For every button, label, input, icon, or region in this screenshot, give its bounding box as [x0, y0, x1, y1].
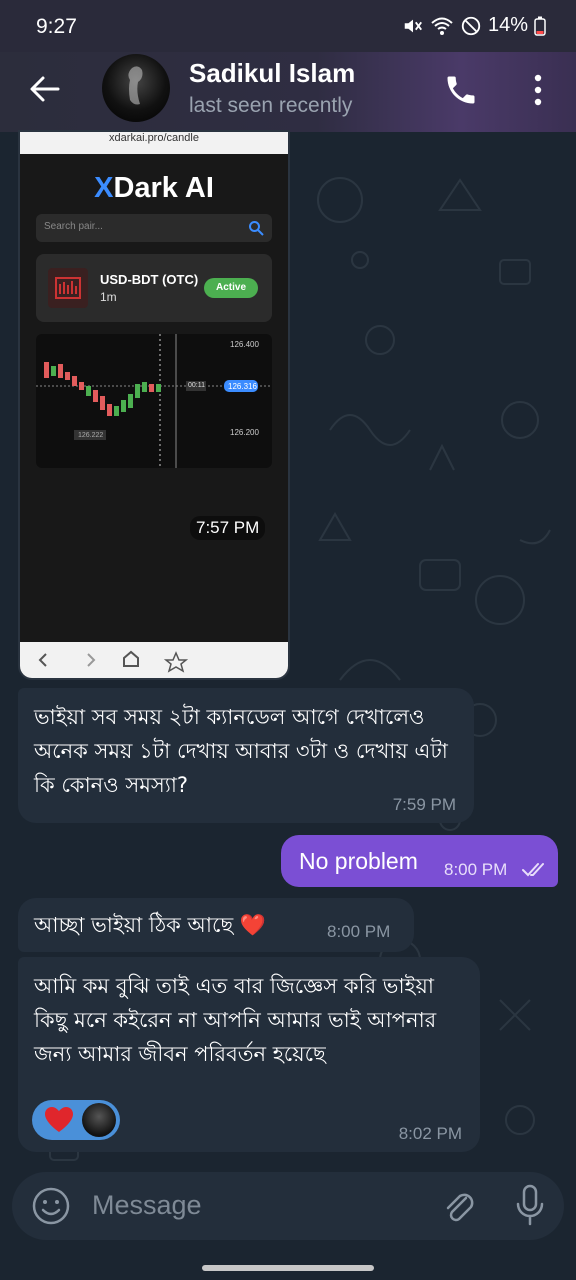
photo-browser-nav — [20, 642, 288, 678]
status-icons: 14% — [402, 14, 546, 37]
attach-icon[interactable] — [440, 1186, 476, 1226]
status-bar: 9:27 14% — [0, 0, 576, 52]
home-indicator[interactable] — [202, 1265, 374, 1271]
battery-icon — [534, 16, 546, 36]
double-check-icon — [522, 863, 544, 877]
message-input-bar: Message — [12, 1172, 564, 1240]
photo-pair-card: USD-BDT (OTC) 1m Active — [36, 254, 272, 322]
incoming-message[interactable]: আমি কম বুঝি তাই এত বার জিজ্ঞেস করি ভাইয়… — [18, 957, 480, 1152]
reactor-avatar — [82, 1103, 116, 1137]
status-time: 9:27 — [36, 15, 77, 38]
microphone-icon[interactable] — [514, 1184, 546, 1228]
photo-search-placeholder: Search pair... — [44, 221, 103, 232]
incoming-message[interactable]: ভাইয়া সব সময় ২টা ক্যানডেল আগে দেখালেও … — [18, 688, 474, 823]
battery-percent: 14% — [487, 14, 528, 36]
pair-timeframe: 1m — [100, 290, 117, 304]
heart-reaction-icon — [45, 1107, 73, 1132]
photo-url-bar: xdarkai.pro/candle — [20, 132, 288, 154]
pair-name: USD-BDT (OTC) — [100, 272, 199, 287]
search-icon — [249, 221, 264, 236]
more-vert-icon[interactable] — [524, 70, 552, 110]
avatar[interactable] — [102, 54, 170, 122]
photo-candle-chart: 126.400 00:11 126.316 126.222 126.200 — [36, 334, 272, 468]
browser-nav-icons — [38, 650, 189, 673]
contact-name[interactable]: Sadikul Islam — [189, 58, 355, 89]
message-text: আচ্ছা ভাইয়া ঠিক আছে ❤️ — [34, 913, 267, 937]
message-time: 8:00 PM — [444, 860, 508, 879]
back-arrow-icon[interactable] — [28, 72, 62, 106]
wifi-icon — [431, 17, 453, 35]
outgoing-message[interactable]: No problem 8:00 PM — [281, 835, 558, 887]
photo-message[interactable]: xdarkai.pro/candle XDark AI Search pair.… — [18, 130, 290, 680]
phone-icon[interactable] — [443, 72, 479, 108]
pair-flag-icon — [48, 268, 88, 308]
dnd-icon — [461, 16, 481, 35]
contact-status: last seen recently — [189, 94, 353, 117]
emoji-icon[interactable] — [31, 1186, 71, 1226]
price-bottom: 126.200 — [230, 428, 259, 437]
message-time: 8:02 PM — [398, 1124, 462, 1143]
chat-header: Sadikul Islam last seen recently — [0, 52, 576, 132]
mute-icon — [404, 19, 422, 32]
chart-timer: 00:11 — [188, 382, 205, 389]
candles — [44, 362, 161, 416]
photo-url: xdarkai.pro/candle — [109, 132, 199, 144]
active-badge: Active — [204, 278, 258, 298]
price-low: 126.222 — [78, 432, 104, 439]
photo-app-logo: XDark AI — [94, 172, 214, 204]
message-text: ভাইয়া সব সময় ২টা ক্যানডেল আগে দেখালেও … — [34, 705, 448, 797]
avatar-figure-icon — [128, 66, 143, 105]
incoming-message[interactable]: আচ্ছা ভাইয়া ঠিক আছে ❤️ 8:00 PM — [18, 898, 414, 952]
photo-timestamp: 7:57 PM — [190, 516, 266, 540]
message-input[interactable]: Message — [92, 1190, 202, 1221]
message-time: 7:59 PM — [392, 795, 456, 814]
message-text: আমি কম বুঝি তাই এত বার জিজ্ঞেস করি ভাইয়… — [34, 974, 437, 1066]
reactions-pill[interactable] — [32, 1100, 120, 1140]
photo-search-box: Search pair... — [36, 214, 272, 242]
message-time: 8:00 PM — [327, 922, 391, 941]
message-text: No problem — [299, 848, 418, 874]
price-current: 126.316 — [228, 382, 257, 391]
price-top: 126.400 — [230, 340, 259, 349]
